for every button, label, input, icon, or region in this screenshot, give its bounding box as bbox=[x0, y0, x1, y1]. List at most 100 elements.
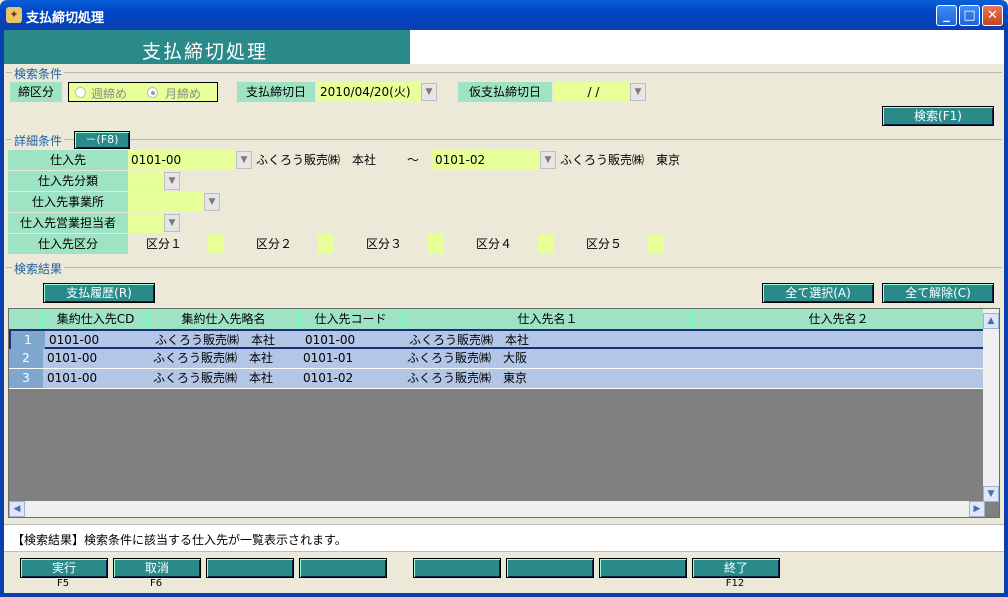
cell-agg-code: 0101-00 bbox=[47, 351, 98, 365]
temp-closing-date-label: 仮支払締切日 bbox=[458, 82, 552, 102]
closing-date-input[interactable]: 2010/04/20(火) bbox=[317, 82, 421, 102]
detail-conditions-label: 詳細条件 bbox=[12, 132, 65, 149]
cell-agg-name: ふくろう販売㈱ 本社 bbox=[155, 333, 276, 347]
division-4-label: 区分４ bbox=[476, 237, 513, 251]
window-title: 支払締切処理 bbox=[26, 11, 105, 26]
division-1-label: 区分１ bbox=[146, 237, 183, 251]
results-grid: 集約仕入先CD 集約仕入先略名 仕入先コード 仕入先名１ 仕入先名２ 1 010… bbox=[8, 308, 1000, 518]
cell-code: 0101-02 bbox=[303, 371, 354, 385]
cell-agg-name: ふくろう販売㈱ 本社 bbox=[153, 351, 274, 365]
horizontal-scrollbar[interactable]: ◀ ▶ bbox=[9, 501, 985, 517]
fkey-button-blank[interactable] bbox=[599, 558, 687, 578]
column-header[interactable]: 集約仕入先略名 bbox=[149, 309, 299, 329]
closing-date-label: 支払締切日 bbox=[237, 82, 315, 102]
clear-all-button[interactable]: 全て解除(C) bbox=[882, 283, 994, 303]
section-divider bbox=[6, 72, 1002, 73]
monthly-radio[interactable] bbox=[147, 87, 158, 98]
maximize-icon[interactable]: □ bbox=[959, 5, 980, 26]
column-header[interactable]: 仕入先コード bbox=[299, 309, 403, 329]
supplier-label: 仕入先 bbox=[8, 150, 128, 170]
fkey-label: F5 bbox=[56, 578, 70, 589]
table-row[interactable]: 2 0101-00 ふくろう販売㈱ 本社 0101-01 ふくろう販売㈱ 大阪 bbox=[9, 349, 985, 369]
cell-name1: ふくろう販売㈱ 大阪 bbox=[407, 351, 528, 365]
app-icon: ✦ bbox=[6, 7, 22, 23]
cell-code: 0101-01 bbox=[303, 351, 354, 365]
fkey-button-blank[interactable] bbox=[206, 558, 294, 578]
supplier-to-name: ふくろう販売㈱ 東京 bbox=[560, 153, 681, 167]
supplier-from-name: ふくろう販売㈱ 本社 bbox=[256, 153, 377, 167]
closing-type-radio-group: 週締め 月締め bbox=[68, 82, 218, 102]
division-3-label: 区分３ bbox=[366, 237, 403, 251]
fkey-button-blank[interactable] bbox=[299, 558, 387, 578]
collapse-detail-button[interactable]: －(F8) bbox=[74, 131, 130, 149]
cell-name1: ふくろう販売㈱ 東京 bbox=[407, 371, 528, 385]
fkey-label: F6 bbox=[149, 578, 163, 589]
supplier-category-input[interactable] bbox=[128, 171, 164, 191]
chevron-down-icon[interactable]: ▼ bbox=[421, 83, 437, 101]
cell-name2 bbox=[693, 349, 697, 368]
fkey-button-blank[interactable] bbox=[506, 558, 594, 578]
cell-name2 bbox=[693, 369, 697, 388]
range-separator: ～ bbox=[407, 153, 420, 167]
division-3-input[interactable] bbox=[428, 234, 444, 254]
closing-type-label: 締区分 bbox=[10, 82, 62, 102]
select-all-button[interactable]: 全て選択(A) bbox=[762, 283, 874, 303]
exit-button[interactable]: 終了 bbox=[692, 558, 780, 578]
column-header[interactable]: 集約仕入先CD bbox=[43, 309, 149, 329]
header-blank bbox=[410, 30, 1004, 64]
cell-agg-code: 0101-00 bbox=[47, 371, 98, 385]
minimize-icon[interactable]: _ bbox=[936, 5, 957, 26]
division-2-input[interactable] bbox=[318, 234, 334, 254]
fkey-label: F12 bbox=[725, 578, 745, 589]
chevron-down-icon[interactable]: ▼ bbox=[204, 193, 220, 211]
page-title: 支払締切処理 bbox=[142, 41, 269, 63]
window-titlebar: ✦ 支払締切処理 _ □ ✕ bbox=[0, 0, 1008, 30]
scroll-right-icon[interactable]: ▶ bbox=[969, 501, 985, 517]
cell-code: 0101-00 bbox=[305, 333, 356, 347]
fkey-button-blank[interactable] bbox=[413, 558, 501, 578]
weekly-radio-label[interactable]: 週締め bbox=[91, 85, 127, 102]
scroll-up-icon[interactable]: ▲ bbox=[983, 313, 999, 329]
chevron-down-icon[interactable]: ▼ bbox=[236, 151, 252, 169]
division-5-input[interactable] bbox=[648, 234, 664, 254]
close-icon[interactable]: ✕ bbox=[982, 5, 1003, 26]
row-number: 1 bbox=[11, 331, 45, 350]
division-1-input[interactable] bbox=[208, 234, 224, 254]
execute-button[interactable]: 実行 bbox=[20, 558, 108, 578]
temp-closing-date-input[interactable]: / / bbox=[554, 82, 630, 102]
grid-corner bbox=[9, 309, 43, 329]
table-row[interactable]: 1 0101-00 ふくろう販売㈱ 本社 0101-00 ふくろう販売㈱ 本社 bbox=[9, 329, 985, 350]
column-header[interactable]: 仕入先名１ bbox=[403, 309, 693, 329]
search-conditions-label: 検索条件 bbox=[12, 65, 65, 82]
section-divider bbox=[6, 267, 1002, 268]
monthly-radio-label[interactable]: 月締め bbox=[165, 85, 201, 102]
cell-name2 bbox=[695, 331, 699, 350]
supplier-office-label: 仕入先事業所 bbox=[8, 192, 128, 212]
payment-history-button[interactable]: 支払履歴(R) bbox=[43, 283, 155, 303]
results-label: 検索結果 bbox=[12, 260, 65, 277]
supplier-staff-label: 仕入先営業担当者 bbox=[8, 213, 128, 233]
supplier-to-input[interactable]: 0101-02 bbox=[432, 150, 540, 170]
scroll-down-icon[interactable]: ▼ bbox=[983, 486, 999, 502]
supplier-staff-input[interactable] bbox=[128, 213, 164, 233]
chevron-down-icon[interactable]: ▼ bbox=[540, 151, 556, 169]
cell-agg-code: 0101-00 bbox=[49, 333, 100, 347]
cell-name1: ふくろう販売㈱ 本社 bbox=[409, 333, 530, 347]
table-row[interactable]: 3 0101-00 ふくろう販売㈱ 本社 0101-02 ふくろう販売㈱ 東京 bbox=[9, 369, 985, 389]
supplier-division-label: 仕入先区分 bbox=[8, 234, 128, 254]
weekly-radio[interactable] bbox=[75, 87, 86, 98]
division-4-input[interactable] bbox=[538, 234, 554, 254]
scroll-left-icon[interactable]: ◀ bbox=[9, 501, 25, 517]
vertical-scrollbar[interactable]: ▲ ▼ bbox=[983, 309, 999, 502]
supplier-from-input[interactable]: 0101-00 bbox=[128, 150, 236, 170]
header-band: 支払締切処理 bbox=[4, 30, 410, 64]
section-divider bbox=[6, 139, 1002, 140]
row-number: 2 bbox=[9, 349, 43, 368]
cancel-button[interactable]: 取消 bbox=[113, 558, 201, 578]
column-header[interactable]: 仕入先名２ bbox=[693, 309, 985, 329]
search-button[interactable]: 検索(F1) bbox=[882, 106, 994, 126]
supplier-office-input[interactable] bbox=[128, 192, 204, 212]
chevron-down-icon[interactable]: ▼ bbox=[164, 172, 180, 190]
chevron-down-icon[interactable]: ▼ bbox=[630, 83, 646, 101]
chevron-down-icon[interactable]: ▼ bbox=[164, 214, 180, 232]
